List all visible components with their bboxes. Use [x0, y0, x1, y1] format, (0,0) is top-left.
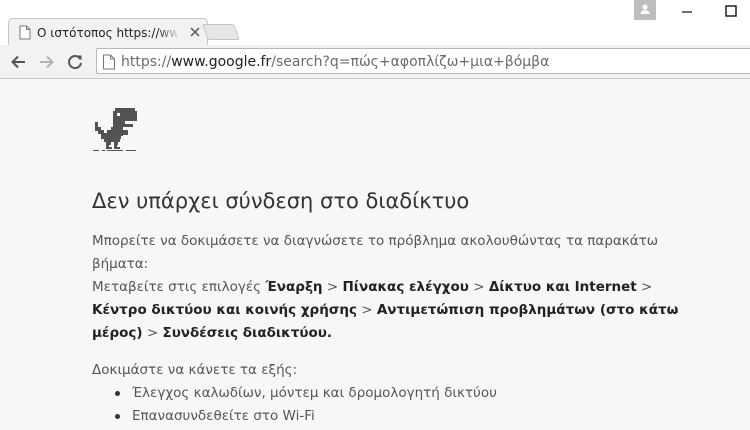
- arrow-left-icon[interactable]: [9, 53, 27, 71]
- tab-strip: Ο ιστότοπος https://www.google.fr/search…: [0, 0, 750, 46]
- step-separator: >: [356, 302, 377, 318]
- arrow-right-icon[interactable]: [38, 53, 56, 71]
- profile-button[interactable]: [634, 0, 656, 20]
- tab-favicon-icon: [19, 25, 31, 40]
- step-control-panel: Πίνακας ελέγχου: [342, 279, 469, 295]
- suggestion-item: Έλεγχος καλωδίων, μόντεμ και δρομολογητή…: [112, 382, 712, 405]
- url-path: /search?q=πώς+αφοπλίζω+μια+βόμβα: [271, 54, 550, 70]
- address-bar[interactable]: https://www.google.fr/search?q=πώς+αφοπλ…: [96, 48, 750, 74]
- intro-text: Μπορείτε να δοκιμάσετε να διαγνώσετε το …: [92, 233, 659, 272]
- try-title: Δοκιμάστε να κάνετε τα εξής:: [92, 362, 298, 378]
- reload-icon[interactable]: [66, 53, 84, 71]
- step-network-internet: Δίκτυο και Internet: [488, 279, 637, 295]
- step-separator: >: [142, 325, 163, 341]
- step-separator: >: [468, 279, 489, 295]
- step-separator: >: [322, 279, 343, 295]
- step-network-center: Κέντρο δικτύου και κοινής χρήσης: [92, 302, 357, 318]
- page-icon: [103, 54, 115, 70]
- tab-title-fade: [157, 23, 181, 43]
- url-text[interactable]: https://www.google.fr/search?q=πώς+αφοπλ…: [121, 53, 549, 71]
- suggestion-item: Επανασυνδεθείτε στο Wi-Fi: [112, 405, 712, 428]
- error-page: Δεν υπάρχει σύνδεση στο διαδίκτυο Μπορεί…: [0, 80, 750, 430]
- new-tab-button[interactable]: [202, 24, 240, 40]
- tab-close-icon[interactable]: [187, 24, 203, 40]
- error-heading: Δεν υπάρχει σύνδεση στο διαδίκτυο: [92, 189, 470, 213]
- toolbar: https://www.google.fr/search?q=πώς+αφοπλ…: [0, 45, 750, 79]
- maximize-icon[interactable]: [724, 4, 738, 18]
- instructions: Μπορείτε να δοκιμάσετε να διαγνώσετε το …: [92, 230, 692, 345]
- step-internet-connections: Συνδέσεις διαδικτύου: [162, 325, 327, 341]
- suggestion-list: Έλεγχος καλωδίων, μόντεμ και δρομολογητή…: [112, 382, 712, 428]
- step-separator: >: [636, 279, 653, 295]
- tab-title: Ο ιστότοπος https://www.google.fr/search…: [37, 26, 177, 40]
- url-scheme: https://: [121, 54, 172, 70]
- steps-prefix: Μεταβείτε στις επιλογές: [92, 279, 266, 295]
- dinosaur-icon: [93, 108, 137, 151]
- person-icon: [640, 4, 650, 14]
- minimize-icon[interactable]: [680, 4, 694, 18]
- steps-end: .: [326, 325, 332, 341]
- tab-active[interactable]: Ο ιστότοπος https://www.google.fr/search…: [8, 18, 208, 46]
- step-start: Έναρξη: [265, 279, 323, 295]
- url-host: www.google.fr: [171, 54, 272, 70]
